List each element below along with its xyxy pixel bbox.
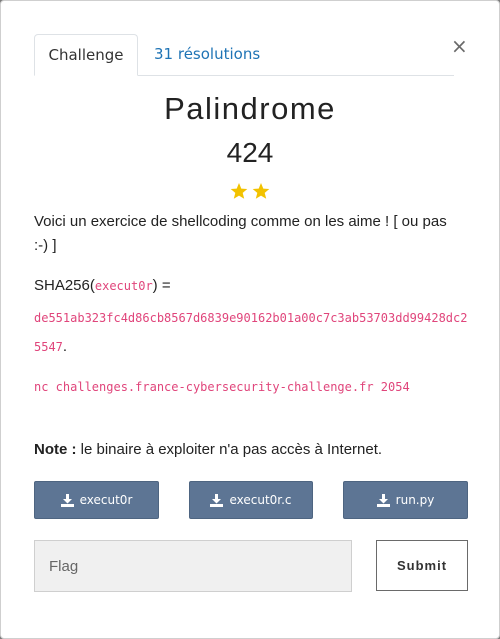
sha-line: SHA256(execut0r) = [34, 274, 171, 298]
challenge-description: Voici un exercice de shellcoding comme o… [34, 213, 447, 254]
download-run-py-button[interactable]: run.py [343, 481, 468, 519]
download-icon [60, 493, 74, 507]
star-icon [252, 183, 270, 199]
note-text: le binaire à exploiter n'a pas accès à I… [76, 441, 383, 458]
download-label: execut0r [79, 493, 133, 507]
sha-prefix: SHA256( [34, 277, 95, 294]
challenge-modal: × Challenge 31 résolutions Palindrome 42… [0, 0, 500, 639]
download-icon [376, 493, 390, 507]
tab-bar: Challenge 31 résolutions [34, 34, 454, 76]
sha-hash: de551ab323fc4d86cb8567d6839e90162b01a00c… [34, 311, 468, 354]
download-label: run.py [395, 493, 435, 507]
download-label: execut0r.c [229, 493, 292, 507]
download-execut0r-button[interactable]: execut0r [34, 481, 159, 519]
difficulty-stars [230, 183, 270, 199]
submit-button[interactable]: Submit [376, 540, 468, 591]
sha-suffix: ) = [152, 277, 171, 294]
tab-challenge[interactable]: Challenge [34, 34, 138, 76]
download-icon [210, 493, 224, 507]
star-icon [230, 183, 248, 199]
challenge-title: Palindrome [164, 91, 336, 126]
nc-command-block: nc challenges.france-cybersecurity-chall… [34, 372, 464, 401]
sha-filename: execut0r [94, 279, 153, 293]
nc-command: nc challenges.france-cybersecurity-chall… [34, 380, 410, 394]
note-line: Note : le binaire à exploiter n'a pas ac… [34, 441, 382, 458]
sha-period: . [62, 338, 68, 355]
note-label: Note : [34, 441, 77, 458]
download-execut0r-c-button[interactable]: execut0r.c [189, 481, 313, 519]
flag-input[interactable] [34, 540, 352, 592]
sha-hash-line: de551ab323fc4d86cb8567d6839e90162b01a00c… [34, 303, 474, 361]
tab-solves[interactable]: 31 résolutions [138, 34, 276, 75]
challenge-points: 424 [226, 137, 274, 168]
